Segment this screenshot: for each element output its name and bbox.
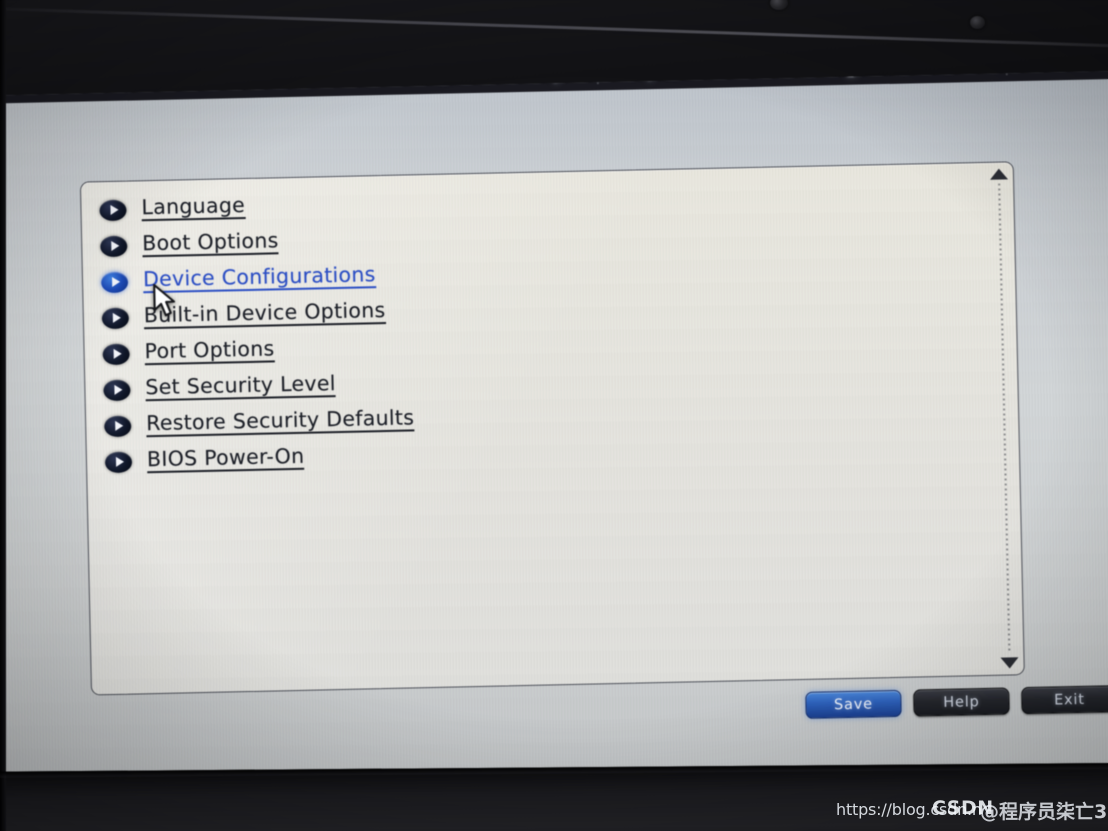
help-button[interactable]: Help [913,687,1010,717]
lcd-screen: File Security System Configuration Langu… [0,70,1108,808]
menu-row-label: BIOS Power-On [147,444,305,474]
play-bullet-icon [102,343,130,365]
play-bullet-icon [104,415,132,437]
play-bullet-icon [99,199,127,221]
panel-scrollbar[interactable] [989,168,1020,669]
scroll-up-arrow-icon[interactable] [989,168,1009,180]
play-bullet-icon [101,307,130,329]
menu-row-label: Restore Security Defaults [146,405,415,438]
menu-row-label: Language [141,193,246,222]
play-bullet-icon [100,235,128,257]
menu-row-label: Boot Options [142,228,279,258]
menu-row-label: Built-in Device Options [144,298,386,330]
exit-button[interactable]: Exit [1021,685,1108,715]
scrollbar-track[interactable] [998,183,1011,654]
menu-row-label: Set Security Level [145,371,337,402]
bezel-screw-icon [970,16,985,29]
menu-row-label: Device Configurations [143,262,376,294]
play-bullet-icon [104,451,133,473]
play-bullet-icon [100,271,129,293]
laptop-bezel-left [0,0,6,831]
settings-menu-list: Language Boot Options Device Configurati… [95,174,921,480]
bios-setup-photo: File Security System Configuration Langu… [0,0,1108,831]
play-bullet-icon [103,379,131,401]
settings-panel: Language Boot Options Device Configurati… [79,161,1025,696]
menu-row-label: Port Options [144,336,275,366]
action-button-bar: Save Help Exit [805,685,1108,719]
save-button[interactable]: Save [805,689,902,719]
scroll-down-arrow-icon[interactable] [1000,657,1019,669]
